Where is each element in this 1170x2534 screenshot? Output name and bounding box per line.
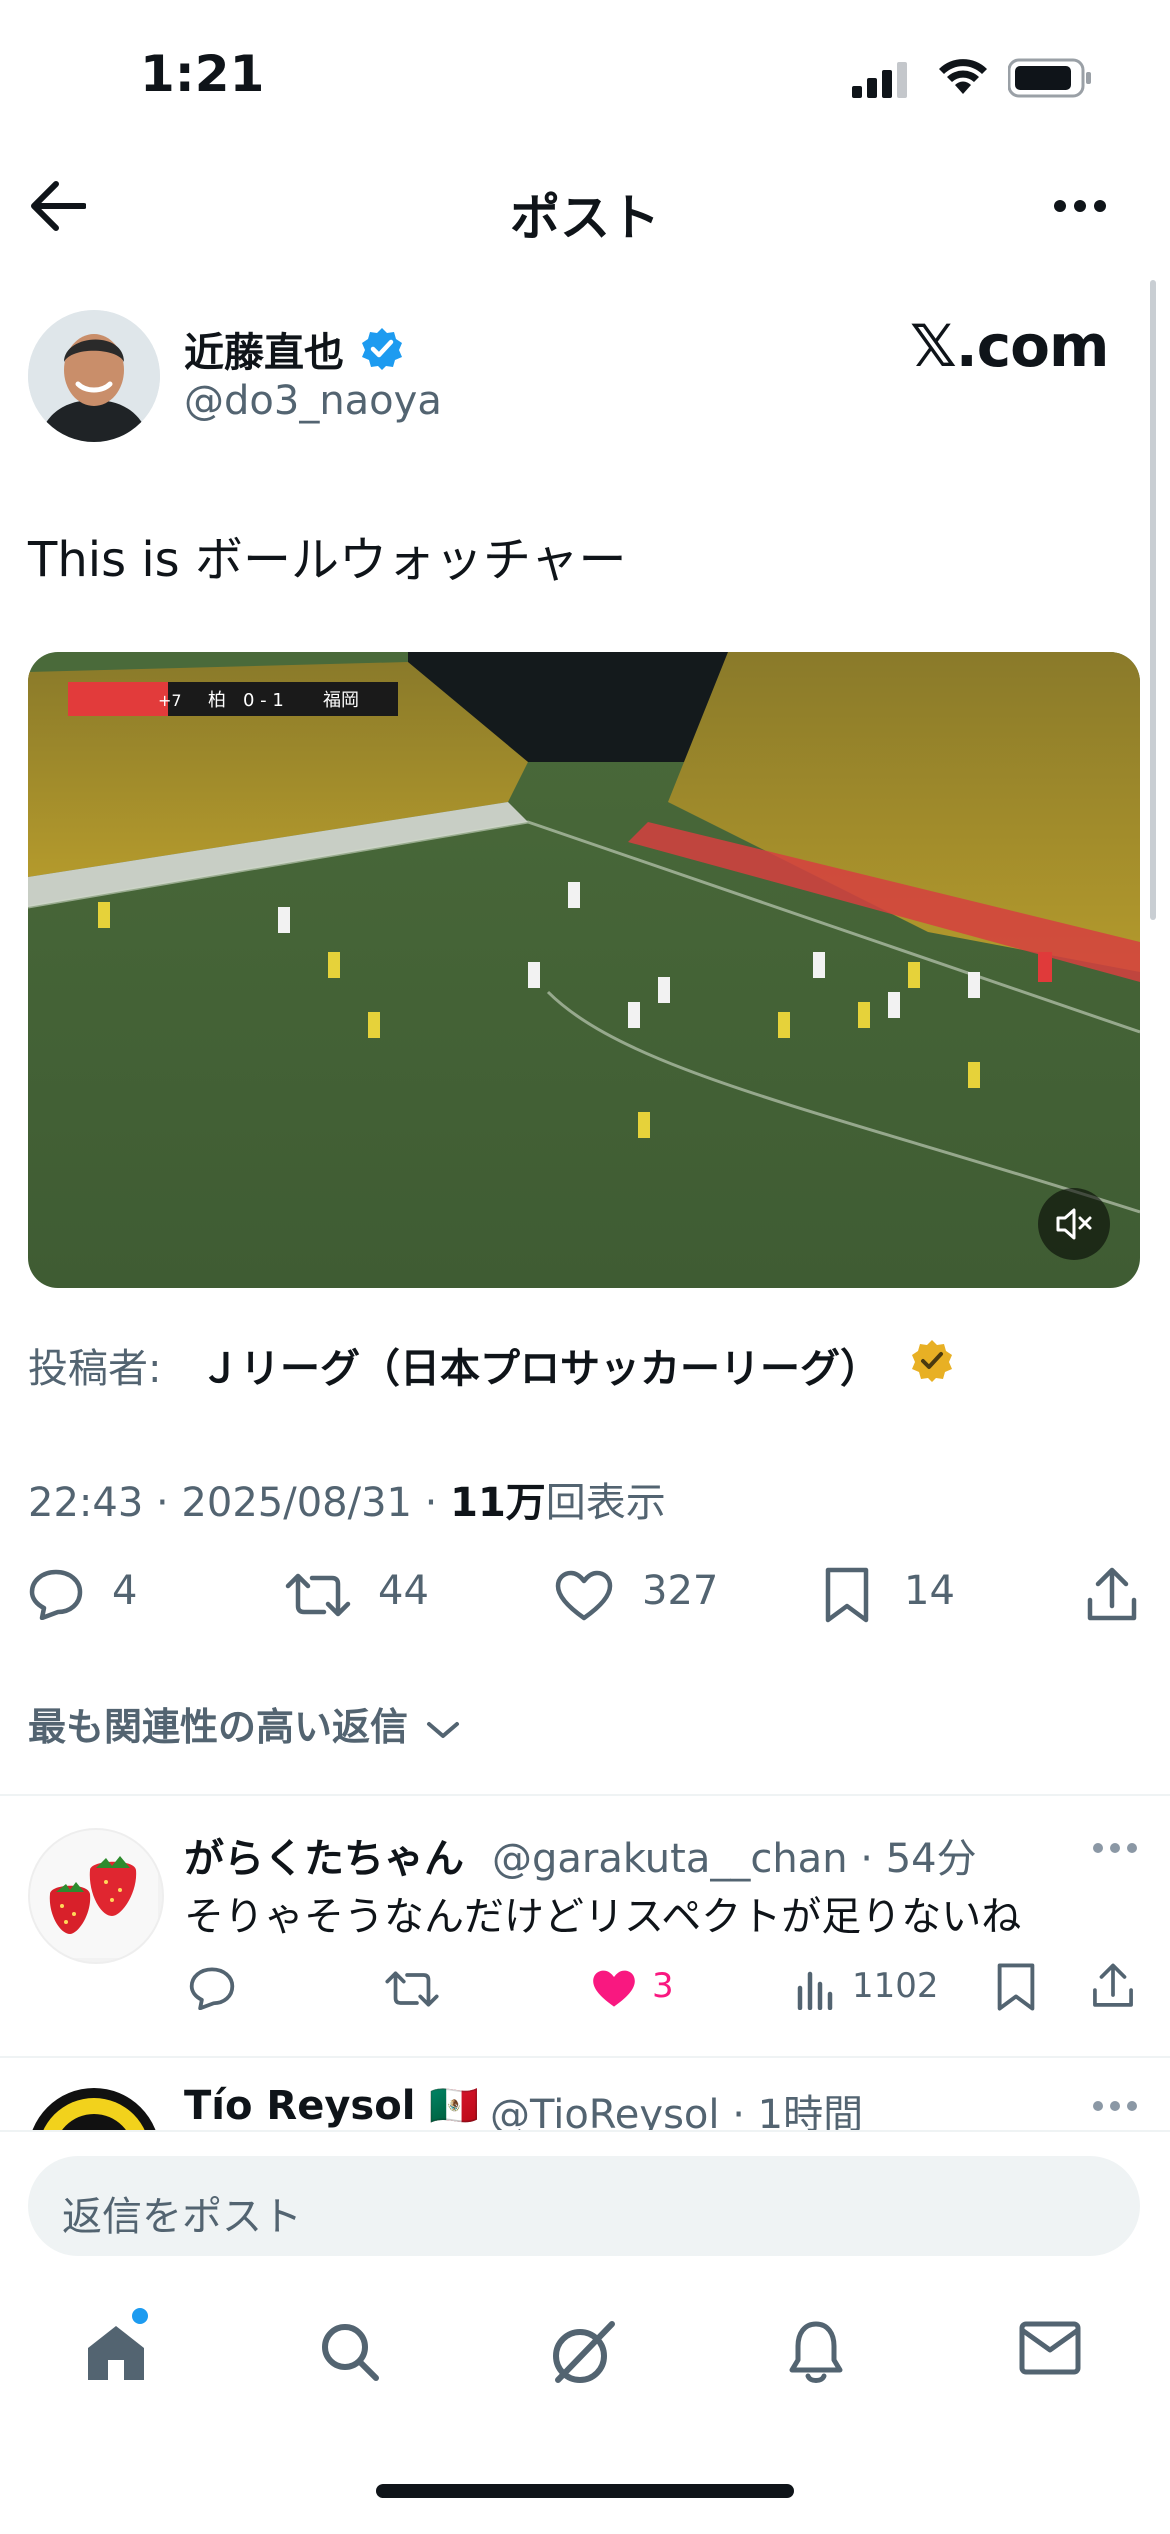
author-handle[interactable]: @do3_naoya [184, 378, 442, 424]
bookmark-count: 14 [904, 1568, 955, 1614]
view-count-label: 回表示 [545, 1480, 666, 1526]
svg-text:福岡: 福岡 [323, 690, 359, 711]
gold-verified-badge-icon [912, 1340, 952, 1382]
liked-heart-icon[interactable] [590, 1968, 638, 2010]
mute-button[interactable] [1038, 1188, 1110, 1260]
repost-icon[interactable] [284, 1570, 352, 1620]
reply-avatar[interactable] [28, 1828, 164, 1964]
svg-text:0 - 1: 0 - 1 [243, 690, 284, 711]
reply-more-icon[interactable] [1092, 2100, 1138, 2112]
reysol-logo-avatar-icon [31, 2088, 157, 2132]
source-logo: 𝕏.com [910, 312, 1109, 380]
author-avatar[interactable] [28, 310, 160, 442]
reply-icon[interactable] [188, 1966, 236, 2010]
divider [0, 2056, 1170, 2058]
more-options-icon[interactable] [1052, 198, 1108, 214]
battery-icon [1008, 58, 1091, 98]
analytics-icon[interactable] [794, 1966, 838, 2010]
reply-more-icon[interactable] [1092, 1842, 1138, 1854]
reply-author-handle-time[interactable]: @garakuta__chan · 54分 [492, 1826, 977, 1884]
post-video[interactable]: +7 柏 0 - 1 福岡 [28, 652, 1140, 1288]
post-text: This is ボールウォッチャー [28, 532, 627, 588]
share-icon[interactable] [1090, 1962, 1136, 2010]
repost-count: 44 [378, 1568, 429, 1614]
divider [0, 1794, 1170, 1796]
search-icon[interactable] [318, 2320, 382, 2384]
poster-name[interactable]: Ｊリーグ（日本プロサッカーリーグ） [200, 1336, 880, 1394]
reply-icon[interactable] [28, 1568, 84, 1620]
svg-text:柏: 柏 [208, 690, 226, 711]
page-title: ポスト [510, 189, 660, 247]
bookmark-icon[interactable] [824, 1566, 870, 1624]
svg-text:+7: +7 [158, 691, 182, 710]
grok-icon[interactable] [550, 2320, 616, 2386]
messages-icon[interactable] [1018, 2320, 1082, 2376]
post-metadata: 22:43 · 2025/08/31 · 11万回表示 [28, 1470, 666, 1528]
wifi-icon [939, 59, 987, 94]
post-timestamp: 22:43 · 2025/08/31 · [28, 1480, 451, 1526]
author-name[interactable]: 近藤直也 [184, 320, 344, 378]
home-indicator [376, 2484, 794, 2498]
speaker-muted-icon [1056, 1208, 1092, 1240]
reply-avatar[interactable] [28, 2088, 160, 2132]
reply-view-count: 1102 [852, 1966, 939, 2006]
home-icon[interactable] [84, 2320, 148, 2384]
poster-label: 投稿者: [28, 1346, 162, 1392]
person-avatar-icon [28, 310, 160, 442]
reply-text: そりゃそうなんだけどリスペクトが足りないね [184, 1894, 1022, 1940]
strawberry-avatar-icon [30, 1830, 158, 1958]
scrollbar[interactable] [1150, 280, 1156, 920]
home-notification-dot [132, 2308, 148, 2324]
view-count: 11万 [450, 1480, 546, 1526]
reply-sort-dropdown[interactable]: 最も関連性の高い返信 [28, 1696, 461, 1751]
status-time: 1:21 [140, 45, 265, 103]
like-count: 327 [642, 1568, 719, 1614]
reply-count: 4 [112, 1568, 138, 1614]
cellular-signal-icon [852, 62, 907, 98]
reply-like-count: 3 [652, 1966, 674, 2006]
verified-badge-icon [362, 328, 402, 370]
reply-author-name[interactable]: Tío Reysol 🇲🇽 [184, 2082, 479, 2129]
reply-composer-placeholder: 返信をポスト [62, 2194, 302, 2240]
like-heart-icon[interactable] [554, 1570, 614, 1622]
notifications-icon[interactable] [786, 2320, 846, 2384]
chevron-down-icon [427, 1721, 460, 1738]
bookmark-icon[interactable] [996, 1962, 1036, 2012]
scoreboard-text: +7 柏 0 - 1 福岡 [158, 690, 359, 711]
repost-icon[interactable] [384, 1968, 440, 2010]
reply-sort-label: 最も関連性の高い返信 [28, 1705, 409, 1749]
share-icon[interactable] [1084, 1566, 1140, 1624]
reply-author-name[interactable]: がらくたちゃん [184, 1826, 464, 1884]
